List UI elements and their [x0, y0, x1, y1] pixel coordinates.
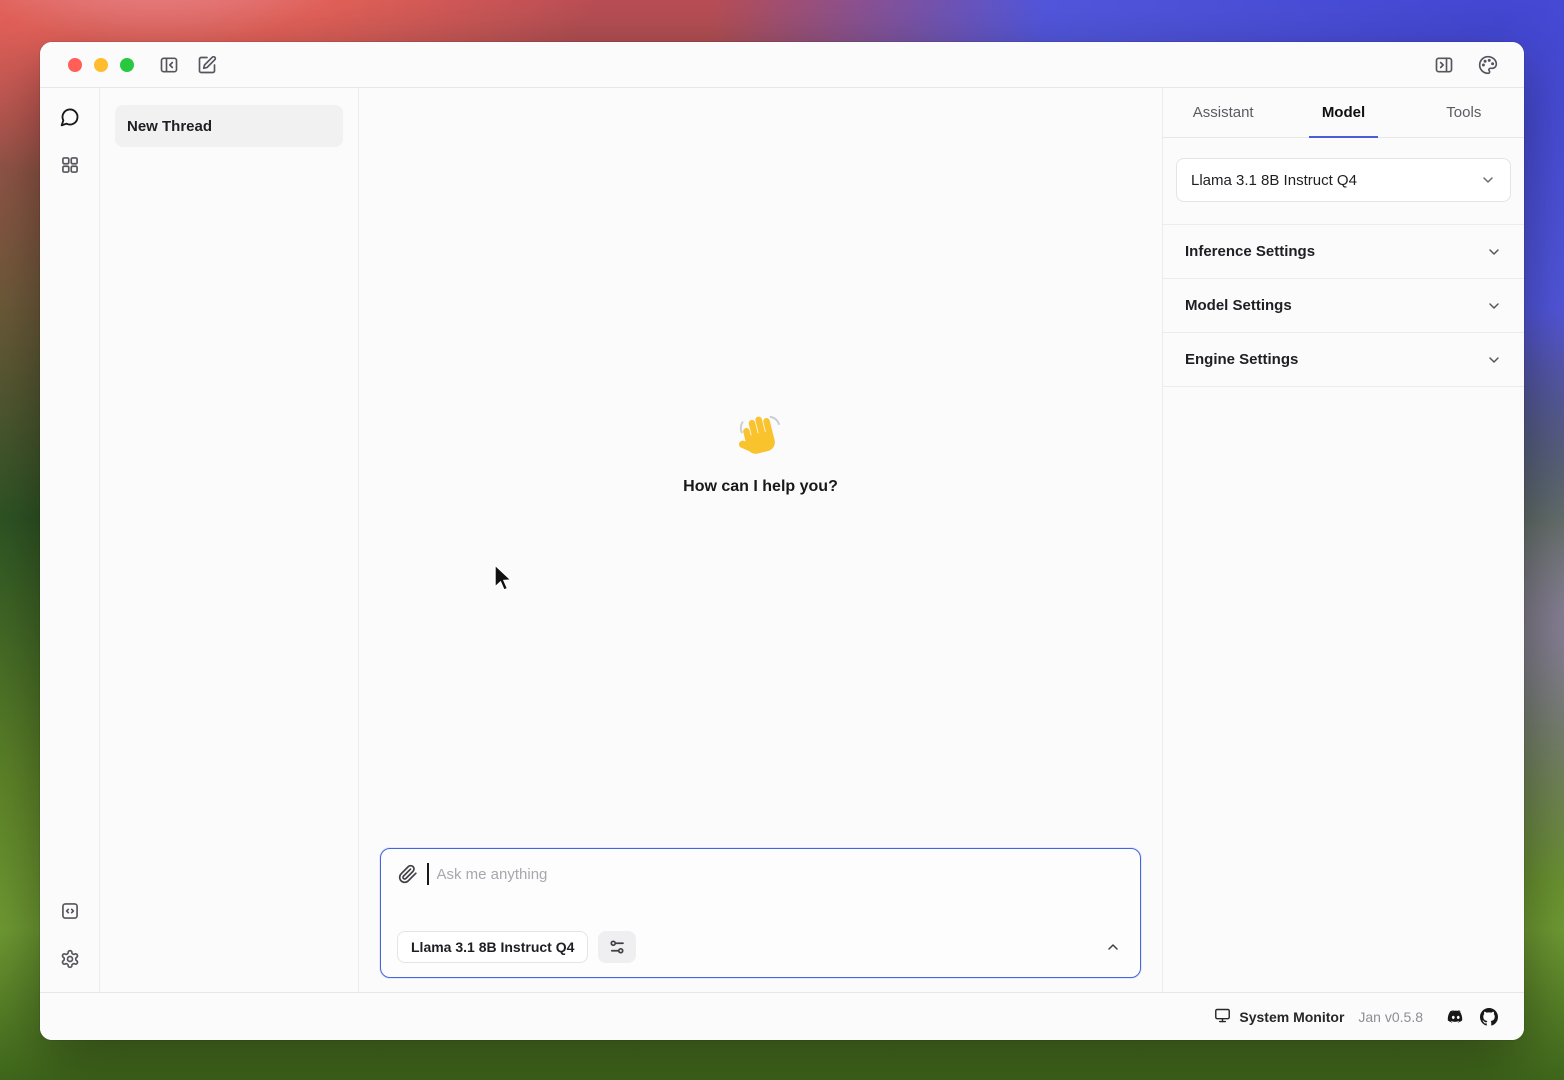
- chat-main-area: How can I help you? Llama 3.1 8B Instruc…: [359, 88, 1162, 992]
- github-icon[interactable]: [1479, 1007, 1499, 1027]
- local-api-server-icon[interactable]: [59, 900, 81, 922]
- thread-list-item[interactable]: New Thread: [115, 105, 343, 147]
- chat-threads-icon[interactable]: [59, 106, 81, 128]
- chevron-down-icon: [1480, 172, 1496, 188]
- message-composer: Llama 3.1 8B Instruct Q4: [380, 848, 1141, 978]
- model-select-value: Llama 3.1 8B Instruct Q4: [1191, 172, 1357, 189]
- panel-left-collapse-icon[interactable]: [158, 54, 180, 76]
- greeting-text: How can I help you?: [683, 478, 838, 496]
- chevron-down-icon: [1486, 352, 1502, 368]
- hub-grid-icon[interactable]: [59, 154, 81, 176]
- engine-settings-section[interactable]: Engine Settings: [1163, 333, 1524, 387]
- thread-list-panel: New Thread: [100, 88, 359, 992]
- icon-rail: [40, 88, 100, 992]
- inference-settings-label: Inference Settings: [1185, 243, 1315, 260]
- waving-hand-emoji: [735, 410, 787, 462]
- model-settings-label: Model Settings: [1185, 297, 1292, 314]
- system-monitor-button[interactable]: System Monitor: [1214, 1007, 1344, 1027]
- traffic-lights: [68, 58, 134, 72]
- system-monitor-label: System Monitor: [1239, 1009, 1344, 1025]
- mouse-cursor: [490, 563, 514, 593]
- theme-palette-icon[interactable]: [1477, 54, 1499, 76]
- tab-model[interactable]: Model: [1283, 88, 1403, 137]
- new-thread-edit-icon[interactable]: [196, 54, 218, 76]
- thread-title: New Thread: [127, 118, 212, 135]
- composer-model-selector[interactable]: Llama 3.1 8B Instruct Q4: [397, 931, 588, 963]
- right-settings-panel: Assistant Model Tools Llama 3.1 8B Instr…: [1162, 88, 1524, 992]
- paperclip-icon[interactable]: [397, 863, 419, 885]
- model-select-dropdown[interactable]: Llama 3.1 8B Instruct Q4: [1176, 158, 1511, 202]
- jan-app-window: New Thread How can: [40, 42, 1524, 1040]
- chevron-down-icon: [1486, 298, 1502, 314]
- close-window-button[interactable]: [68, 58, 82, 72]
- right-panel-tabs: Assistant Model Tools: [1163, 88, 1524, 138]
- inference-settings-section[interactable]: Inference Settings: [1163, 225, 1524, 279]
- engine-settings-label: Engine Settings: [1185, 351, 1298, 368]
- monitor-icon: [1214, 1007, 1231, 1027]
- tab-assistant[interactable]: Assistant: [1163, 88, 1283, 137]
- zoom-window-button[interactable]: [120, 58, 134, 72]
- titlebar: [40, 42, 1524, 88]
- tab-tools[interactable]: Tools: [1404, 88, 1524, 137]
- sliders-icon[interactable]: [598, 931, 636, 963]
- chevron-down-icon: [1486, 244, 1502, 260]
- minimize-window-button[interactable]: [94, 58, 108, 72]
- text-caret: [427, 863, 429, 885]
- chevron-up-icon[interactable]: [1102, 936, 1124, 958]
- app-version-label: Jan v0.5.8: [1358, 1009, 1423, 1025]
- discord-icon[interactable]: [1445, 1007, 1465, 1027]
- panel-right-toggle-icon[interactable]: [1433, 54, 1455, 76]
- composer-model-label: Llama 3.1 8B Instruct Q4: [411, 939, 574, 955]
- status-bar: System Monitor Jan v0.5.8: [40, 992, 1524, 1040]
- model-settings-section[interactable]: Model Settings: [1163, 279, 1524, 333]
- empty-state-greeting: How can I help you?: [359, 410, 1162, 496]
- settings-gear-icon[interactable]: [59, 948, 81, 970]
- message-input[interactable]: [437, 866, 1125, 883]
